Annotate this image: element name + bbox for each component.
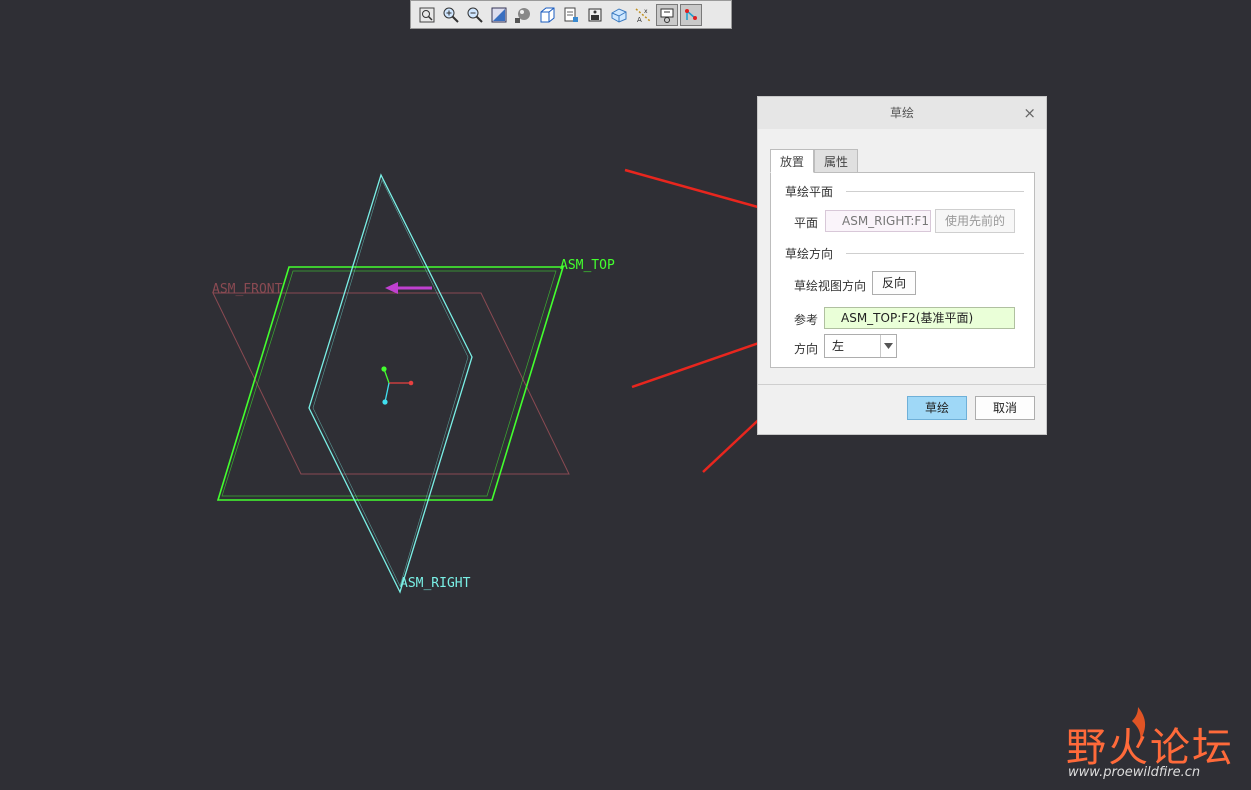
footer-divider — [758, 384, 1046, 385]
close-icon[interactable]: × — [1023, 97, 1036, 129]
plane-label: 平面 — [794, 216, 819, 230]
sketch-ok-button[interactable]: 草绘 — [907, 396, 967, 420]
sketch-dialog: 草绘 × 放置 属性 草绘平面 平面 ASM_RIGHT:F1(基准平面) 使用… — [757, 96, 1047, 435]
asm-right-label: ASM_RIGHT — [400, 576, 471, 591]
dialog-title: 草绘 — [889, 106, 914, 120]
dialog-tabs: 放置 属性 — [770, 149, 859, 173]
placement-panel: 草绘平面 平面 ASM_RIGHT:F1(基准平面) 使用先前的 草绘方向 草绘… — [770, 172, 1035, 368]
sketch-direction-arrow[interactable] — [385, 282, 432, 294]
reference-label: 参考 — [794, 313, 819, 327]
flip-button[interactable]: 反向 — [872, 271, 916, 295]
tab-placement[interactable]: 放置 — [770, 149, 815, 173]
section-divider — [846, 253, 1024, 254]
cancel-button[interactable]: 取消 — [975, 396, 1035, 420]
flame-icon — [1132, 707, 1146, 741]
direction-select[interactable]: 左 — [824, 334, 897, 358]
view-direction-label: 草绘视图方向 — [794, 279, 867, 293]
tab-properties[interactable]: 属性 — [814, 149, 859, 173]
watermark-url: www.proewildfire.cn — [1068, 765, 1201, 780]
sketch-plane-section-title: 草绘平面 — [785, 185, 834, 199]
chevron-down-icon[interactable] — [880, 335, 896, 357]
use-previous-button[interactable]: 使用先前的 — [935, 209, 1015, 233]
asm-front-label: ASM_FRONT — [212, 282, 283, 297]
asm-top-label: ASM_TOP — [560, 258, 615, 273]
direction-value: 左 — [832, 339, 845, 353]
coordinate-triad — [381, 366, 414, 405]
plane-field[interactable]: ASM_RIGHT:F1(基准平面) — [825, 210, 931, 232]
forum-watermark: 野火论坛 www.proewildfire.cn — [1066, 705, 1246, 785]
dialog-title-bar[interactable]: 草绘 × — [758, 97, 1046, 129]
orientation-section-title: 草绘方向 — [785, 247, 834, 261]
direction-label: 方向 — [794, 342, 819, 356]
reference-field[interactable]: ASM_TOP:F2(基准平面) — [824, 307, 1015, 329]
section-divider — [846, 191, 1024, 192]
graphics-viewport[interactable]: ASM_FRONT ASM_TOP ASM_RIGHT — [0, 0, 1251, 790]
